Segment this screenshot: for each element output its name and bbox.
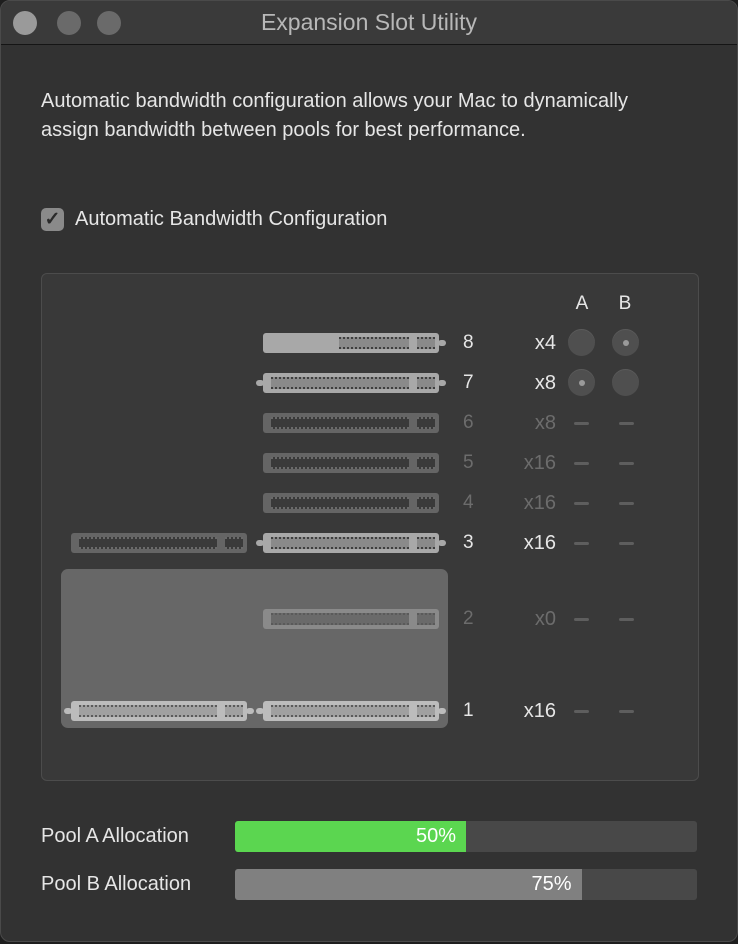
slot-tab xyxy=(438,380,446,386)
slot-1-left-card xyxy=(64,701,254,721)
slot-connector xyxy=(271,613,409,625)
slot-number-5: 5 xyxy=(463,452,474,473)
pool-b-label: Pool B Allocation xyxy=(41,873,192,895)
slot-8-pool-b-radio[interactable] xyxy=(612,329,639,356)
column-header-pool-a: A xyxy=(575,293,589,314)
slot-7-card xyxy=(256,373,446,393)
slot-2-pool-a-dash xyxy=(574,618,589,621)
slot-1-pool-b-dash xyxy=(619,710,634,713)
slot-number-6: 6 xyxy=(463,412,474,433)
slot-connector xyxy=(339,337,409,349)
slot-3-left-card xyxy=(71,533,247,553)
slot-6-pool-a-dash xyxy=(574,422,589,425)
pool-b-allocation-bar: 75% xyxy=(235,869,697,900)
slot-1-pool-a-dash xyxy=(574,710,589,713)
column-header-pool-b: B xyxy=(618,293,632,314)
slot-lanes-1: x16 xyxy=(523,700,556,722)
slot-lanes-2: x0 xyxy=(534,608,556,630)
slot-connector xyxy=(271,377,409,389)
auto-bandwidth-checkbox-row[interactable]: ✓ Automatic Bandwidth Configuration xyxy=(41,208,387,231)
slot-5-pool-a-dash xyxy=(574,462,589,465)
pool-a-label: Pool A Allocation xyxy=(41,825,189,847)
auto-bandwidth-checkbox[interactable]: ✓ xyxy=(41,208,64,231)
slot-lanes-7: x8 xyxy=(534,372,556,394)
pool-a-percent: 50% xyxy=(415,825,456,847)
window-title: Expansion Slot Utility xyxy=(260,9,478,35)
pool-b-percent: 75% xyxy=(531,873,572,895)
slot-5-card xyxy=(263,453,439,473)
slot-connector xyxy=(79,705,217,717)
slot-connector-key xyxy=(417,613,435,625)
slot-connector xyxy=(79,537,217,549)
slot-tab xyxy=(256,708,264,714)
slot-3-pool-a-dash xyxy=(574,542,589,545)
slot-tab xyxy=(438,708,446,714)
pool-b-allocation-fill xyxy=(235,869,582,900)
slot-number-7: 7 xyxy=(463,372,474,393)
slot-4-pool-b-dash xyxy=(619,502,634,505)
pool-a-allocation-bar: 50% xyxy=(235,821,697,852)
slot-connector-key xyxy=(417,705,435,717)
slot-tab xyxy=(438,340,446,346)
slot-lanes-8: x4 xyxy=(534,332,556,354)
slot-tab xyxy=(256,380,264,386)
slot-2-card xyxy=(263,609,439,629)
slot-3-card xyxy=(256,533,446,553)
slot-6-card xyxy=(263,413,439,433)
slot-3-pool-b-dash xyxy=(619,542,634,545)
slot-connector-key xyxy=(417,497,435,509)
description-text: Automatic bandwidth configuration allows… xyxy=(41,90,628,141)
slot-tab xyxy=(64,708,72,714)
slot-lanes-4: x16 xyxy=(523,492,556,514)
title-bar: Expansion Slot Utility xyxy=(1,1,737,45)
slot-4-pool-a-dash xyxy=(574,502,589,505)
slot-tab xyxy=(438,540,446,546)
slot-number-2: 2 xyxy=(463,608,474,629)
slot-lanes-6: x8 xyxy=(534,412,556,434)
slot-6-pool-b-dash xyxy=(619,422,634,425)
slot-7-pool-a-radio[interactable] xyxy=(568,369,595,396)
slot-connector-key xyxy=(225,537,243,549)
slot-1-card xyxy=(256,701,446,721)
slot-2-pool-b-dash xyxy=(619,618,634,621)
slot-connector xyxy=(271,537,409,549)
slot-number-8: 8 xyxy=(463,332,474,353)
slot-number-1: 1 xyxy=(463,700,474,721)
expansion-slot-utility-window: Expansion Slot Utility Automatic bandwid… xyxy=(0,0,738,942)
slot-lanes-5: x16 xyxy=(523,452,556,474)
auto-bandwidth-label[interactable]: Automatic Bandwidth Configuration xyxy=(75,208,387,231)
slot-7-pool-b-radio[interactable] xyxy=(612,369,639,396)
slot-connector-key xyxy=(225,705,243,717)
slot-4-card xyxy=(263,493,439,513)
slot-tab xyxy=(256,540,264,546)
slot-connector xyxy=(271,497,409,509)
slot-5-pool-b-dash xyxy=(619,462,634,465)
slot-lanes-3: x16 xyxy=(523,532,556,554)
slot-connector-key xyxy=(417,337,435,349)
slot-connector-key xyxy=(417,537,435,549)
slot-connector xyxy=(271,457,409,469)
slot-connector-key xyxy=(417,377,435,389)
slot-connector xyxy=(271,705,409,717)
slot-connector-key xyxy=(417,457,435,469)
slot-number-3: 3 xyxy=(463,532,474,553)
slot-number-4: 4 xyxy=(463,492,474,513)
slot-8-pool-a-radio[interactable] xyxy=(568,329,595,356)
slot-tab xyxy=(246,708,254,714)
slot-connector-key xyxy=(417,417,435,429)
slot-connector xyxy=(271,417,409,429)
slot-8-card xyxy=(263,333,446,353)
